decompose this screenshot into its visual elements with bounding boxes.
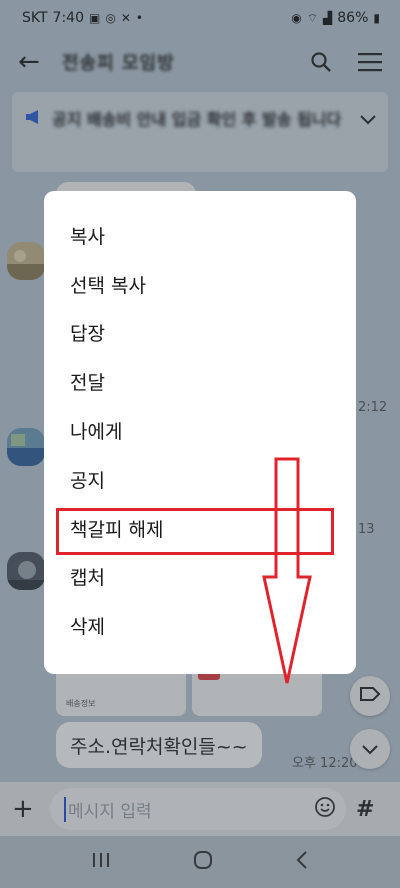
menu-item-reply[interactable]: 답장 [44, 309, 356, 358]
menu-item-forward[interactable]: 전달 [44, 357, 356, 406]
chat-screen: SKT 7:40 ▣ ◎ ✕ • ◉ ⌔ ▟ 86% ▮ ← 전송피 모임방 공… [0, 0, 400, 888]
message-context-menu: 복사 선택 복사 답장 전달 나에게 공지 책갈피 해제 캡처 삭제 [44, 191, 356, 684]
menu-item-select-copy[interactable]: 선택 복사 [44, 260, 356, 309]
menu-item-copy[interactable]: 복사 [44, 211, 356, 260]
menu-item-to-me[interactable]: 나에게 [44, 406, 356, 455]
down-arrow-annotation [262, 457, 312, 691]
